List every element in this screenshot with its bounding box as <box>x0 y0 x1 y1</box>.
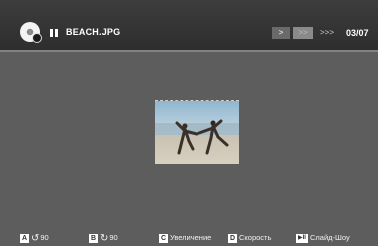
slideshow-label: Слайд-Шоу <box>310 233 350 242</box>
fast-forward-button[interactable]: >> <box>293 27 313 39</box>
pause-icon <box>50 29 58 37</box>
play-pause-icon: ▶II <box>296 233 308 243</box>
rotate-right-icon: ↻ <box>100 232 109 244</box>
speed-label: Скорость <box>239 233 272 242</box>
rotate-right-label: 90 <box>109 233 118 242</box>
hint-zoom[interactable]: C Увеличение <box>159 233 211 243</box>
zoom-label: Увеличение <box>170 233 212 242</box>
key-b-label: B <box>89 233 98 243</box>
hint-speed[interactable]: D Скорость <box>228 233 271 243</box>
next-button[interactable]: > <box>272 27 290 39</box>
rotate-left-icon: ↺ <box>31 232 40 244</box>
rotate-left-label: 90 <box>40 233 49 242</box>
key-a-label: A <box>20 233 29 243</box>
key-c-label: C <box>159 233 168 243</box>
photo-thumbnail <box>155 100 239 164</box>
hint-slideshow[interactable]: ▶II Слайд-Шоу <box>296 233 350 243</box>
beach-photo <box>155 101 239 164</box>
photo-counter: 03/07 <box>346 28 369 38</box>
file-name: BEACH.JPG <box>66 27 121 37</box>
hint-rotate-left[interactable]: A ↺90 <box>20 233 49 243</box>
top-bar: BEACH.JPG > >> >>> 03/07 <box>0 0 378 52</box>
header-divider <box>0 50 378 52</box>
photo-viewer-screen: BEACH.JPG > >> >>> 03/07 A ↺90 B ↻90 C У… <box>0 0 378 246</box>
bottom-hint-bar: A ↺90 B ↻90 C Увеличение D Скорость ▶II Слайд… <box>0 224 378 246</box>
disc-icon <box>20 22 42 43</box>
key-d-label: D <box>228 233 237 243</box>
hint-rotate-right[interactable]: B ↻90 <box>89 233 118 243</box>
faster-forward-button[interactable]: >>> <box>316 27 338 39</box>
